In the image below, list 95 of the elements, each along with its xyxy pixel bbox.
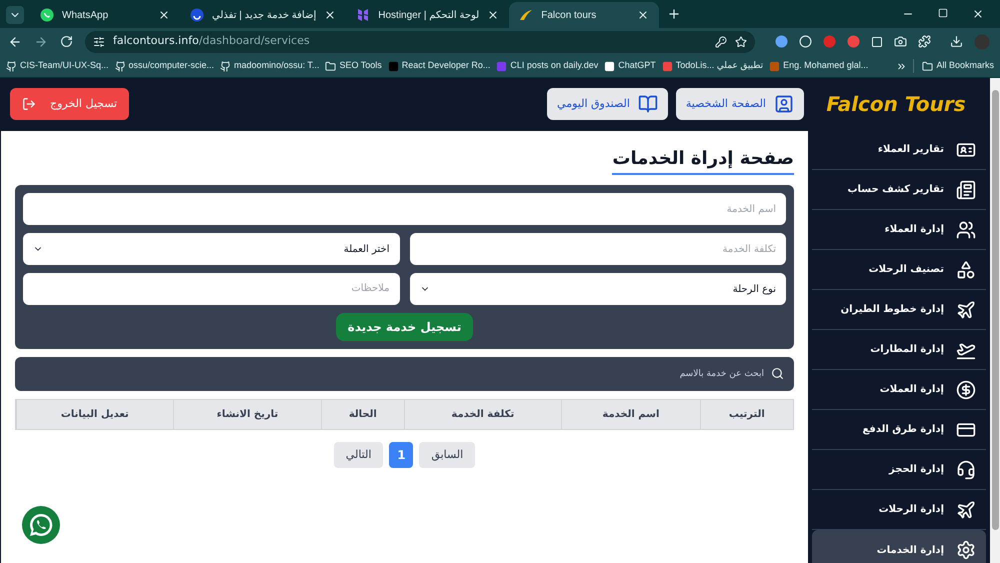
dollar-icon bbox=[956, 380, 976, 400]
bookmark[interactable]: TodoLis... تطبيق عملي bbox=[676, 59, 764, 73]
scrollbar[interactable] bbox=[990, 78, 1000, 563]
site-icon bbox=[769, 60, 780, 72]
column-header: تاريخ الانشاء bbox=[172, 400, 322, 429]
gear-icon bbox=[956, 540, 976, 560]
plane-icon bbox=[956, 500, 976, 520]
service-name-field[interactable]: اسم الخدمة bbox=[23, 193, 786, 225]
bookmark[interactable]: ChatGPT bbox=[618, 59, 656, 73]
close-icon[interactable] bbox=[972, 8, 984, 20]
headset-icon bbox=[956, 460, 976, 480]
more-bookmarks-icon[interactable] bbox=[896, 60, 908, 72]
folder-icon bbox=[922, 60, 934, 72]
logout-button[interactable]: تسجيل الخروج bbox=[10, 88, 130, 120]
user-icon bbox=[774, 94, 794, 114]
next-button[interactable]: التالي bbox=[334, 442, 384, 468]
maximize-icon[interactable] bbox=[938, 8, 948, 18]
bookmark[interactable]: All Bookmarks bbox=[936, 59, 994, 73]
browser-tab[interactable]: Falcon tours bbox=[509, 2, 660, 28]
notes-field[interactable]: ملاحظات bbox=[23, 273, 400, 305]
plane-icon bbox=[956, 300, 976, 320]
sidebar-item[interactable]: إدارة العملاء bbox=[812, 210, 986, 250]
star-icon[interactable] bbox=[735, 36, 747, 48]
column-header: اسم الخدمة bbox=[561, 400, 700, 429]
browser-tab[interactable]: Hostinger | لوحة التحكم bbox=[346, 2, 510, 28]
sidebar-item[interactable]: إدارة العملات bbox=[812, 370, 986, 410]
trip-type-select[interactable]: نوع الرحلة bbox=[410, 273, 786, 305]
service-cost-field[interactable]: تكلفة الخدمة bbox=[410, 233, 786, 265]
reload-icon[interactable] bbox=[60, 35, 73, 48]
site-icon bbox=[496, 60, 508, 72]
document-icon bbox=[956, 180, 976, 200]
bookmark[interactable]: SEO Tools bbox=[339, 59, 382, 73]
folder-icon bbox=[325, 60, 336, 72]
header-button[interactable]: الصندوق اليومي bbox=[547, 88, 668, 120]
book-icon bbox=[638, 94, 658, 114]
bookmark[interactable]: madoomino/ossu: T... bbox=[234, 59, 320, 73]
column-header: الحالة bbox=[321, 400, 404, 429]
search-icon bbox=[771, 367, 784, 380]
close-icon[interactable] bbox=[487, 9, 500, 21]
bookmark[interactable]: ossu/computer-scie... bbox=[128, 59, 214, 73]
close-icon[interactable] bbox=[324, 9, 336, 21]
address-field[interactable]: falcontours.info/dashboard/services bbox=[85, 30, 755, 52]
sidebar-item[interactable]: تصنيف الرحلات bbox=[812, 250, 986, 290]
site-icon bbox=[662, 60, 673, 72]
sidebar-item[interactable]: إدارة خطوط الطيران bbox=[812, 290, 986, 330]
column-header: تكلفة الخدمة bbox=[404, 400, 562, 429]
logout-icon bbox=[22, 97, 36, 111]
extension-icon[interactable] bbox=[775, 35, 788, 48]
extension-icon[interactable] bbox=[799, 35, 812, 48]
sidebar-item[interactable]: إدارة الخدمات bbox=[812, 530, 986, 563]
download-icon[interactable] bbox=[950, 35, 963, 48]
bookmark[interactable]: React Developer Ro... bbox=[402, 59, 490, 73]
bookmark[interactable]: CIS-Team/UI-UX-Sq... bbox=[20, 59, 109, 73]
url-text: falcontours.info/dashboard/services bbox=[113, 33, 311, 50]
forward-icon[interactable] bbox=[34, 34, 48, 48]
page-button[interactable]: 1 bbox=[389, 442, 414, 468]
site-icon bbox=[190, 8, 204, 22]
site-settings-icon[interactable] bbox=[93, 36, 105, 48]
key-icon[interactable] bbox=[715, 36, 727, 48]
extension-icon[interactable] bbox=[871, 36, 883, 48]
browser-tab[interactable]: WhatsApp bbox=[30, 2, 180, 28]
camera-icon[interactable] bbox=[894, 35, 907, 48]
tab-list-button[interactable] bbox=[6, 6, 24, 24]
close-icon[interactable] bbox=[158, 9, 170, 21]
sidebar-item[interactable]: إدارة طرق الدفع bbox=[812, 410, 986, 450]
sidebar-item[interactable]: إدارة المطارات bbox=[812, 330, 986, 370]
chat-icon[interactable] bbox=[21, 505, 61, 545]
sidebar-item[interactable]: تقارير كشف حساب bbox=[812, 170, 986, 210]
submit-button[interactable]: تسجيل خدمة جديدة bbox=[336, 313, 474, 341]
brand-logo[interactable]: Falcon Tours bbox=[812, 89, 980, 119]
new-tab-icon[interactable] bbox=[667, 7, 682, 21]
chat-icon bbox=[40, 8, 54, 22]
search-field[interactable]: ابحث عن خدمة بالاسم bbox=[15, 357, 794, 391]
bookmark[interactable]: Eng. Mohamed glal... bbox=[783, 59, 868, 73]
site-icon bbox=[356, 8, 370, 22]
cat-icon bbox=[220, 60, 232, 72]
cat-icon bbox=[6, 60, 17, 72]
column-header: الترتيب bbox=[700, 400, 793, 429]
page-title: صفحة إدراة الخدمات bbox=[612, 145, 794, 175]
site-icon bbox=[388, 60, 399, 72]
previous-button[interactable]: السابق bbox=[419, 442, 476, 468]
users-icon bbox=[956, 220, 976, 240]
cat-icon bbox=[114, 60, 126, 72]
back-icon[interactable] bbox=[8, 34, 22, 48]
bookmark[interactable]: CLI posts on daily.dev bbox=[510, 59, 598, 73]
column-header: تعديل البيانات bbox=[16, 400, 173, 429]
header-button[interactable]: الصفحة الشخصية bbox=[676, 88, 804, 120]
browser-tab[interactable]: إضافة خدمة جديد | تفذلي bbox=[180, 2, 346, 28]
currency-select[interactable]: اختر العملة bbox=[23, 233, 400, 265]
sidebar-item[interactable]: إدارة الحجز bbox=[812, 450, 986, 490]
close-icon[interactable] bbox=[637, 9, 650, 21]
site-icon bbox=[604, 60, 616, 72]
extensions-icon[interactable] bbox=[918, 35, 931, 48]
sidebar-item[interactable]: تقارير العملاء bbox=[812, 130, 986, 170]
shapes-icon bbox=[956, 260, 976, 280]
